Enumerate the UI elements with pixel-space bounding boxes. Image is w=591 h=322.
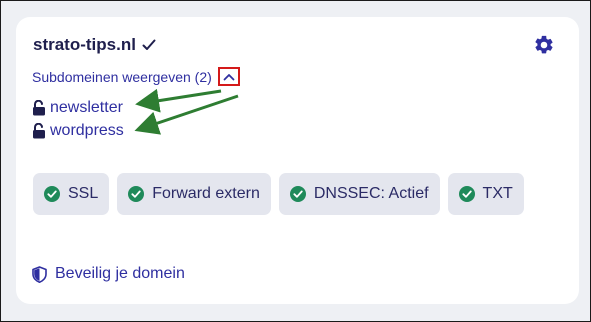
annotation-arrow-wordpress [134,94,239,135]
subdomain-item-wordpress[interactable]: wordpress [32,119,124,142]
annotation-arrows [134,88,239,135]
secure-domain-label: Beveilig je domein [55,265,185,282]
badge-forward-extern[interactable]: Forward extern [117,173,271,215]
badge-txt[interactable]: TXT [447,173,524,215]
check-circle-icon [289,186,306,202]
screenshot-frame: strato-tips.nl Subdomeinen weergeven (2) [0,0,591,322]
badge-label: DNSSEC: Actief [313,185,429,202]
check-circle-icon [458,186,475,202]
feature-badges: SSL Forward extern DNSSEC: Actief TXT [33,173,524,215]
badge-label: Forward extern [152,185,260,202]
subdomain-list: newsletter wordpress [32,96,124,142]
annotation-arrow-newsletter [135,88,222,113]
domain-header: strato-tips.nl [33,35,156,55]
check-circle-icon [128,186,145,202]
subdomains-toggle-label: Subdomeinen weergeven (2) [32,68,212,85]
secure-domain-link[interactable]: Beveilig je domein [32,265,185,283]
badge-label: SSL [68,185,99,202]
domain-name[interactable]: strato-tips.nl [33,35,136,55]
subdomain-item-newsletter[interactable]: newsletter [32,96,124,119]
lock-open-icon [32,99,46,116]
badge-dnssec[interactable]: DNSSEC: Actief [278,173,440,215]
settings-gear-icon[interactable] [533,34,555,56]
checkmark-icon [142,39,156,51]
subdomain-label: newsletter [50,98,123,116]
domain-card: strato-tips.nl Subdomeinen weergeven (2) [16,17,579,304]
badge-label: TXT [482,185,513,202]
shield-icon [32,265,47,283]
subdomain-label: wordpress [50,121,124,139]
badge-ssl[interactable]: SSL [33,173,110,215]
check-circle-icon [44,186,60,202]
chevron-up-icon[interactable] [217,67,240,86]
subdomains-toggle[interactable]: Subdomeinen weergeven (2) [32,67,240,86]
lock-open-icon [32,122,46,139]
